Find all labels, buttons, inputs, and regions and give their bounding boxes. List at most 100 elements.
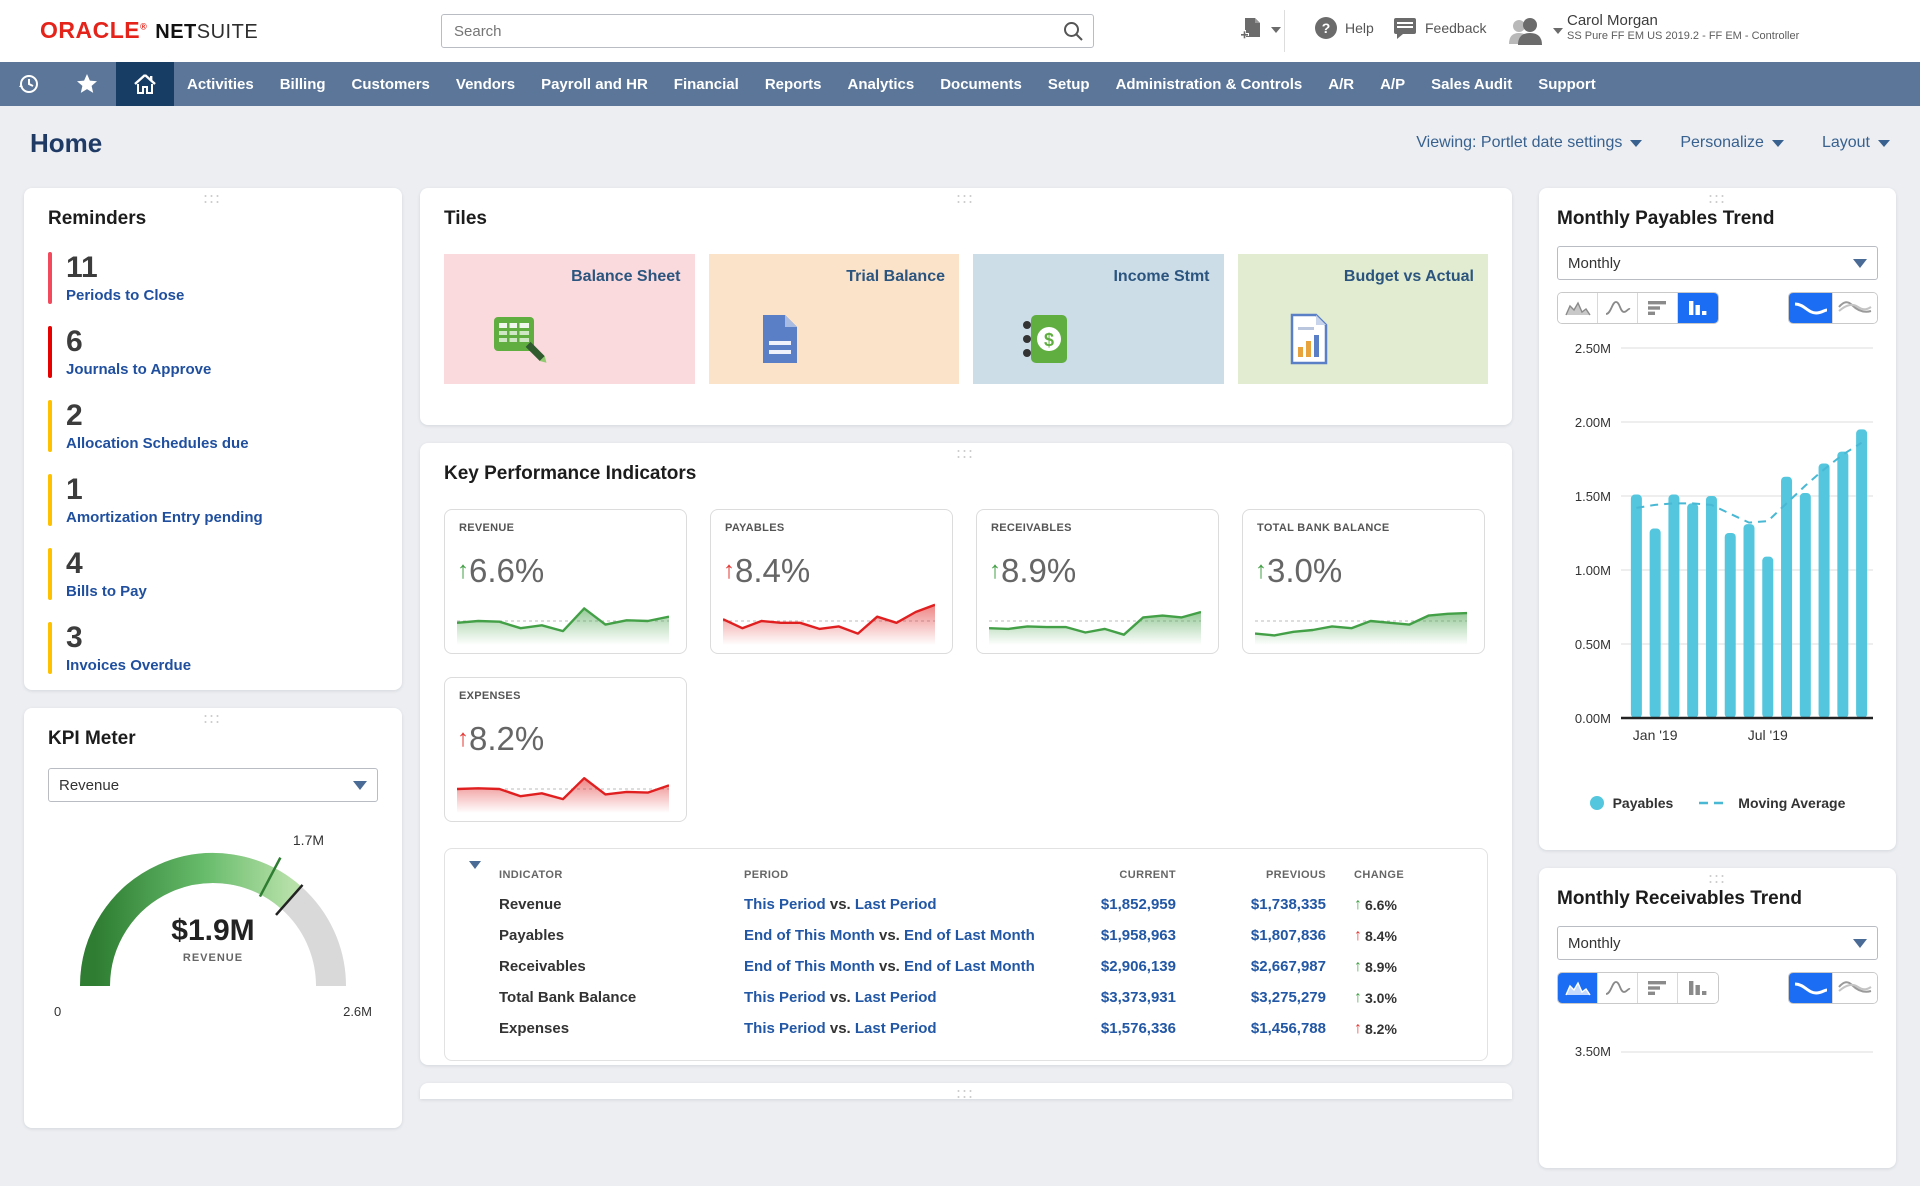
nav-item-reports[interactable]: Reports: [752, 62, 835, 106]
line-chart-type-button[interactable]: [1598, 293, 1638, 323]
nav-item-a-p[interactable]: A/P: [1367, 62, 1418, 106]
vbar-chart-type-button[interactable]: [1678, 973, 1718, 1003]
previous-value-link[interactable]: $1,738,335: [1204, 896, 1354, 913]
reminder-item[interactable]: 4 Bills to Pay: [48, 548, 378, 600]
kpi-card-label: REVENUE: [459, 522, 515, 534]
help-button[interactable]: ? Help: [1314, 16, 1374, 40]
payables-legend: Payables Moving Average: [1557, 795, 1878, 811]
period-vs: vs.: [878, 958, 900, 975]
drag-handle[interactable]: [957, 1090, 975, 1101]
nav-item-customers[interactable]: Customers: [339, 62, 443, 106]
kpi-card-expenses[interactable]: EXPENSES ↑ 8.2%: [444, 677, 687, 822]
shortcuts-button[interactable]: [58, 62, 116, 106]
tile-income-stmt[interactable]: Income Stmt $: [973, 254, 1224, 384]
nav-item-analytics[interactable]: Analytics: [835, 62, 928, 106]
reminder-item[interactable]: 3 Invoices Overdue: [48, 622, 378, 674]
personalize-button[interactable]: Personalize: [1680, 134, 1784, 152]
previous-value-link[interactable]: $1,807,836: [1204, 927, 1354, 944]
previous-value-link[interactable]: $1,456,788: [1204, 1020, 1354, 1037]
nav-item-a-r[interactable]: A/R: [1315, 62, 1367, 106]
nav-item-setup[interactable]: Setup: [1035, 62, 1103, 106]
table-filter-icon[interactable]: [469, 861, 481, 881]
smooth-curve-off-button[interactable]: [1833, 293, 1877, 323]
current-value-link[interactable]: $1,576,336: [1054, 1020, 1204, 1037]
period-previous-link[interactable]: Last Period: [855, 896, 937, 913]
period-previous-link[interactable]: End of Last Month: [904, 958, 1035, 975]
drag-handle[interactable]: [204, 715, 222, 726]
reminder-label[interactable]: Journals to Approve: [66, 361, 211, 378]
current-value-link[interactable]: $1,958,963: [1054, 927, 1204, 944]
reminder-item[interactable]: 2 Allocation Schedules due: [48, 400, 378, 452]
reminder-item[interactable]: 1 Amortization Entry pending: [48, 474, 378, 526]
period-previous-link[interactable]: Last Period: [855, 1020, 937, 1037]
kpi-card-total-bank-balance[interactable]: TOTAL BANK BALANCE ↑ 3.0%: [1242, 509, 1485, 654]
hbar-chart-type-button[interactable]: [1638, 293, 1678, 323]
user-menu-button[interactable]: [1506, 16, 1563, 46]
period-current-link[interactable]: End of This Month: [744, 927, 875, 944]
drag-handle[interactable]: [957, 195, 975, 206]
payables-range-select[interactable]: Monthly: [1557, 246, 1878, 280]
layout-button[interactable]: Layout: [1822, 134, 1890, 152]
reminder-item[interactable]: 6 Journals to Approve: [48, 326, 378, 378]
kpi-meter-metric-select[interactable]: Revenue: [48, 768, 378, 802]
nav-item-sales-audit[interactable]: Sales Audit: [1418, 62, 1525, 106]
smooth-curve-on-button[interactable]: [1789, 973, 1833, 1003]
kpi-card-revenue[interactable]: REVENUE ↑ 6.6%: [444, 509, 687, 654]
period-previous-link[interactable]: End of Last Month: [904, 927, 1035, 944]
nav-item-activities[interactable]: Activities: [174, 62, 267, 106]
period-current-link[interactable]: This Period: [744, 1020, 826, 1037]
svg-text:0.50M: 0.50M: [1575, 637, 1611, 652]
search-icon[interactable]: [1062, 20, 1084, 42]
nav-item-administration-controls[interactable]: Administration & Controls: [1103, 62, 1316, 106]
current-value-link[interactable]: $2,906,139: [1054, 958, 1204, 975]
home-tab[interactable]: [116, 62, 174, 106]
nav-item-vendors[interactable]: Vendors: [443, 62, 528, 106]
hbar-chart-type-button[interactable]: [1638, 973, 1678, 1003]
vbar-chart-type-button[interactable]: [1678, 293, 1718, 323]
nav-item-payroll-and-hr[interactable]: Payroll and HR: [528, 62, 661, 106]
reminder-label[interactable]: Bills to Pay: [66, 583, 147, 600]
line-chart-type-button[interactable]: [1598, 973, 1638, 1003]
reminder-label[interactable]: Allocation Schedules due: [66, 435, 249, 452]
reminder-item[interactable]: 11 Periods to Close: [48, 252, 378, 304]
trend-up-arrow-icon: ↑: [1354, 895, 1362, 913]
kpi-card-receivables[interactable]: RECEIVABLES ↑ 8.9%: [976, 509, 1219, 654]
kpi-card-payables[interactable]: PAYABLES ↑ 8.4%: [710, 509, 953, 654]
drag-handle[interactable]: [957, 450, 975, 461]
tile-budget-vs-actual[interactable]: Budget vs Actual: [1237, 254, 1488, 384]
period-current-link[interactable]: This Period: [744, 896, 826, 913]
area-chart-type-button[interactable]: [1558, 973, 1598, 1003]
previous-value-link[interactable]: $3,275,279: [1204, 989, 1354, 1006]
tile-balance-sheet[interactable]: Balance Sheet: [444, 254, 695, 384]
viewing-settings-button[interactable]: Viewing: Portlet date settings: [1416, 134, 1643, 152]
period-previous-link[interactable]: Last Period: [855, 989, 937, 1006]
receivables-range-select[interactable]: Monthly: [1557, 926, 1878, 960]
reminder-label[interactable]: Periods to Close: [66, 287, 184, 304]
nav-item-billing[interactable]: Billing: [267, 62, 339, 106]
drag-handle[interactable]: [1709, 875, 1726, 886]
period-current-link[interactable]: End of This Month: [744, 958, 875, 975]
nav-item-documents[interactable]: Documents: [927, 62, 1035, 106]
reminder-label[interactable]: Amortization Entry pending: [66, 509, 263, 526]
reminder-severity-bar: [48, 252, 52, 304]
feedback-button[interactable]: Feedback: [1392, 16, 1486, 40]
reminder-label[interactable]: Invoices Overdue: [66, 657, 191, 674]
drag-handle[interactable]: [204, 195, 222, 206]
nav-item-support[interactable]: Support: [1525, 62, 1609, 106]
recent-records-button[interactable]: [0, 62, 58, 106]
feedback-icon: [1394, 18, 1416, 39]
create-new-button[interactable]: [1238, 16, 1281, 44]
smooth-curve-on-button[interactable]: [1789, 293, 1833, 323]
current-value-link[interactable]: $3,373,931: [1054, 989, 1204, 1006]
period-current-link[interactable]: This Period: [744, 989, 826, 1006]
tiles-title: Tiles: [444, 208, 487, 229]
drag-handle[interactable]: [1709, 195, 1726, 206]
nav-item-financial[interactable]: Financial: [661, 62, 752, 106]
svg-text:0.00M: 0.00M: [1575, 711, 1611, 726]
area-chart-type-button[interactable]: [1558, 293, 1598, 323]
previous-value-link[interactable]: $2,667,987: [1204, 958, 1354, 975]
smooth-curve-off-button[interactable]: [1833, 973, 1877, 1003]
tile-trial-balance[interactable]: Trial Balance: [708, 254, 959, 384]
search-input[interactable]: [441, 14, 1094, 48]
current-value-link[interactable]: $1,852,959: [1054, 896, 1204, 913]
